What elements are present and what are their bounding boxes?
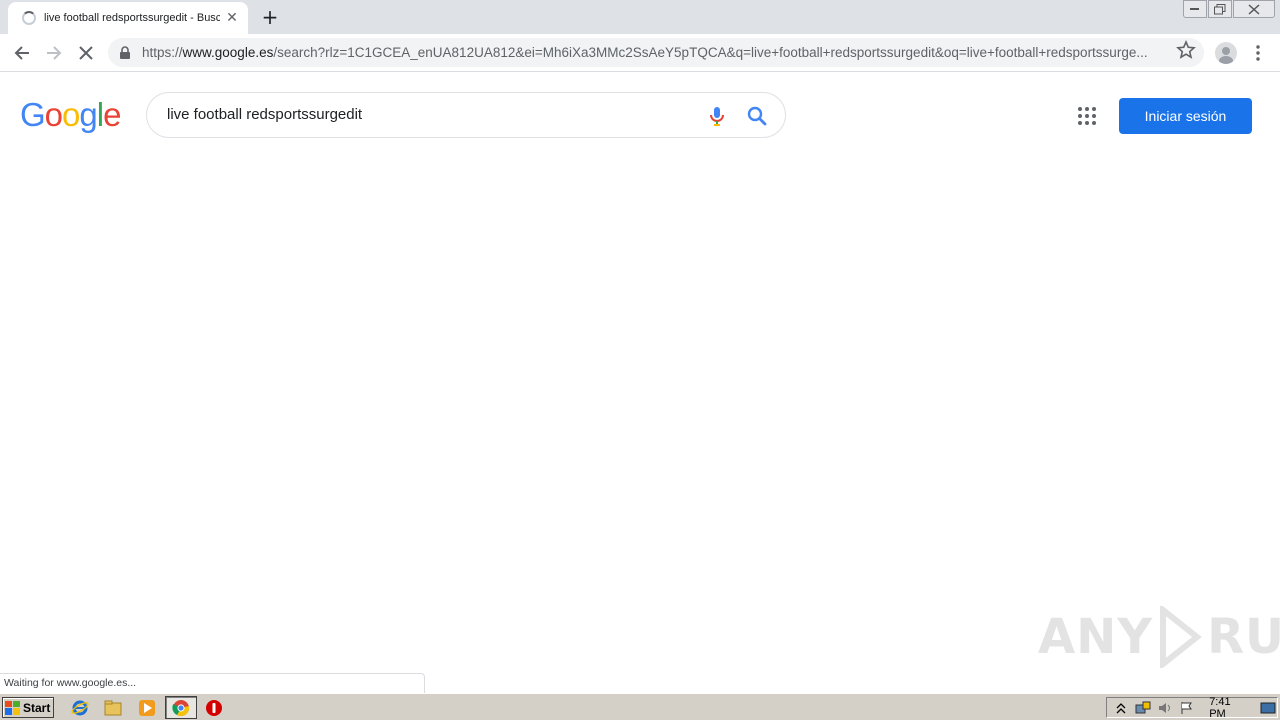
- tab-close-icon[interactable]: ✕: [224, 10, 240, 26]
- new-tab-button[interactable]: +: [258, 5, 282, 29]
- sign-in-button[interactable]: Iniciar sesión: [1119, 98, 1252, 134]
- bookmark-star-icon[interactable]: [1176, 40, 1196, 60]
- logo-letter: e: [103, 96, 121, 133]
- back-button[interactable]: [9, 40, 35, 66]
- chrome-icon: [172, 699, 190, 716]
- browser-toolbar: https://www.google.es/search?rlz=1C1GCEA…: [0, 34, 1280, 72]
- watermark-left: ANY: [1038, 609, 1154, 665]
- taskbar-mediaplayer-button[interactable]: [137, 698, 157, 718]
- address-bar[interactable]: https://www.google.es/search?rlz=1C1GCEA…: [108, 38, 1204, 67]
- stop-sign-icon: [206, 700, 222, 716]
- taskbar-chrome-button[interactable]: [165, 696, 197, 719]
- anyrun-watermark: ANY RUN: [1038, 606, 1280, 668]
- status-bubble: Waiting for www.google.es...: [0, 673, 425, 693]
- browser-tab[interactable]: live football redsportssurgedit - Busc ✕: [8, 2, 248, 34]
- logo-letter: o: [44, 96, 63, 133]
- start-label: Start: [23, 700, 51, 715]
- windows-flag-icon: [5, 700, 20, 715]
- forward-button[interactable]: [41, 40, 67, 66]
- play-logo-icon: [1160, 606, 1202, 668]
- logo-letter: G: [20, 96, 46, 133]
- url-text: https://www.google.es/search?rlz=1C1GCEA…: [142, 45, 1162, 60]
- microphone-icon[interactable]: [705, 104, 729, 128]
- taskbar-ie-button[interactable]: [70, 698, 90, 718]
- restore-button[interactable]: [1208, 0, 1232, 18]
- system-tray: 7:41 PM: [1106, 696, 1278, 720]
- lock-icon: [120, 45, 130, 59]
- forward-arrow-icon: [47, 46, 62, 60]
- show-desktop-icon[interactable]: [1260, 700, 1277, 716]
- search-input[interactable]: live football redsportssurgedit: [167, 106, 362, 123]
- internet-explorer-icon: [71, 700, 89, 716]
- search-box[interactable]: live football redsportssurgedit: [146, 92, 786, 138]
- url-host: www.google.es: [182, 45, 274, 60]
- google-logo[interactable]: Google: [20, 96, 121, 134]
- tab-title: live football redsportssurgedit - Busc: [44, 12, 220, 24]
- search-icon[interactable]: [745, 104, 769, 128]
- url-path: /search?rlz=1C1GCEA_enUA812UA812&ei=Mh6i…: [273, 45, 1148, 60]
- taskbar-opera-button[interactable]: [204, 698, 224, 718]
- stop-loading-button[interactable]: [73, 40, 99, 66]
- stop-x-icon: [79, 46, 93, 60]
- tray-expand-icon[interactable]: [1112, 700, 1129, 716]
- taskbar-explorer-button[interactable]: [103, 698, 123, 718]
- window-close-button[interactable]: [1233, 0, 1275, 18]
- restore-icon: [1214, 3, 1226, 14]
- network-icon[interactable]: [1134, 700, 1151, 716]
- url-scheme: https://: [142, 45, 183, 60]
- media-player-icon: [139, 700, 155, 716]
- volume-icon[interactable]: [1156, 700, 1173, 716]
- logo-letter: o: [62, 96, 80, 133]
- minimize-button[interactable]: [1183, 0, 1207, 18]
- profile-avatar-icon[interactable]: [1215, 42, 1237, 64]
- action-center-flag-icon[interactable]: [1178, 700, 1195, 716]
- person-icon: [1219, 47, 1233, 64]
- clock[interactable]: 7:41 PM: [1209, 696, 1248, 720]
- menu-kebab-icon[interactable]: [1250, 42, 1266, 64]
- minimize-icon: [1190, 8, 1199, 10]
- start-button[interactable]: Start: [2, 697, 54, 718]
- window-close-icon: [1248, 3, 1260, 15]
- loading-spinner-icon: [22, 11, 36, 25]
- apps-grid-icon[interactable]: [1076, 105, 1098, 127]
- watermark-right: RUN: [1207, 609, 1280, 665]
- folder-icon: [104, 700, 122, 716]
- back-arrow-icon: [14, 46, 29, 60]
- taskbar: Start 7:41 PM: [0, 693, 1280, 720]
- tab-strip: live football redsportssurgedit - Busc ✕…: [0, 0, 1280, 34]
- logo-letter: g: [79, 96, 97, 133]
